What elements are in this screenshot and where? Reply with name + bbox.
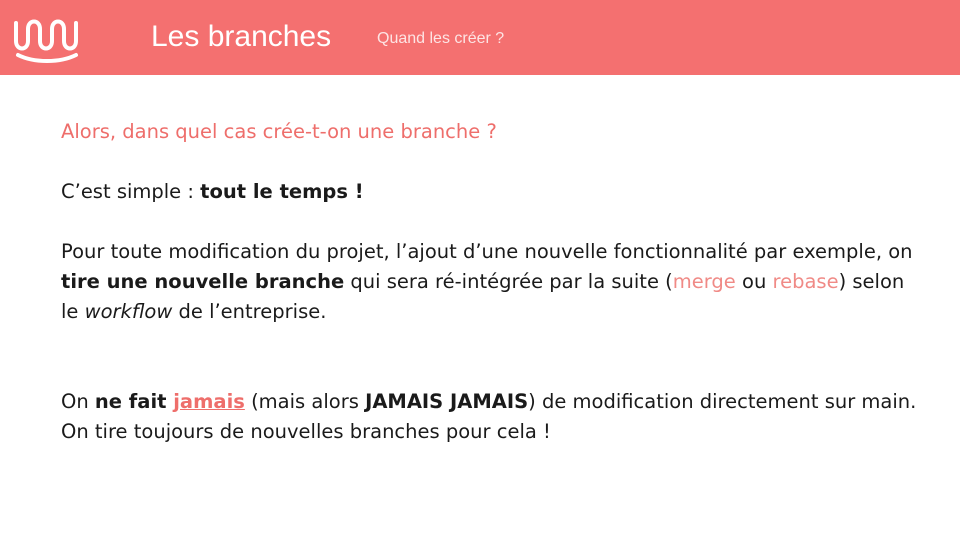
modification-paragraph: Pour toute modification du projet, l’ajo… bbox=[61, 237, 921, 327]
jamais-on: On bbox=[61, 390, 95, 413]
simple-bold: tout le temps ! bbox=[200, 180, 364, 203]
slide-header: Les branches Quand les créer ? bbox=[0, 0, 960, 75]
jamais-paragraph: On ne fait jamais (mais alors JAMAIS JAM… bbox=[61, 387, 921, 447]
jamais-bold-1: ne fait bbox=[94, 390, 174, 413]
simple-prefix: C’est simple : bbox=[61, 180, 201, 203]
modif-text-1: Pour toute modification du projet, l’ajo… bbox=[61, 240, 913, 263]
jamais-text-1: (mais alors bbox=[244, 390, 366, 413]
rebase-term: rebase bbox=[772, 270, 839, 293]
simple-paragraph: C’est simple : tout le temps ! bbox=[61, 177, 921, 207]
page-subtitle: Quand les créer ? bbox=[377, 30, 505, 47]
jamais-bold-2: JAMAIS JAMAIS bbox=[365, 390, 529, 413]
question-heading: Alors, dans quel cas crée-t-on une branc… bbox=[61, 120, 497, 143]
slide-content: Alors, dans quel cas crée-t-on une branc… bbox=[61, 117, 921, 447]
wave-logo-icon bbox=[14, 19, 78, 63]
workflow-term: workflow bbox=[84, 300, 173, 323]
merge-term: merge bbox=[672, 270, 736, 293]
modif-text-2: qui sera ré-intégrée par la suite ( bbox=[344, 270, 673, 293]
modif-text-4: de l’entreprise. bbox=[172, 300, 327, 323]
modif-between: ou bbox=[735, 270, 773, 293]
jamais-link[interactable]: jamais bbox=[173, 390, 245, 413]
modif-bold: tire une nouvelle branche bbox=[61, 270, 345, 293]
page-title: Les branches bbox=[151, 20, 332, 53]
